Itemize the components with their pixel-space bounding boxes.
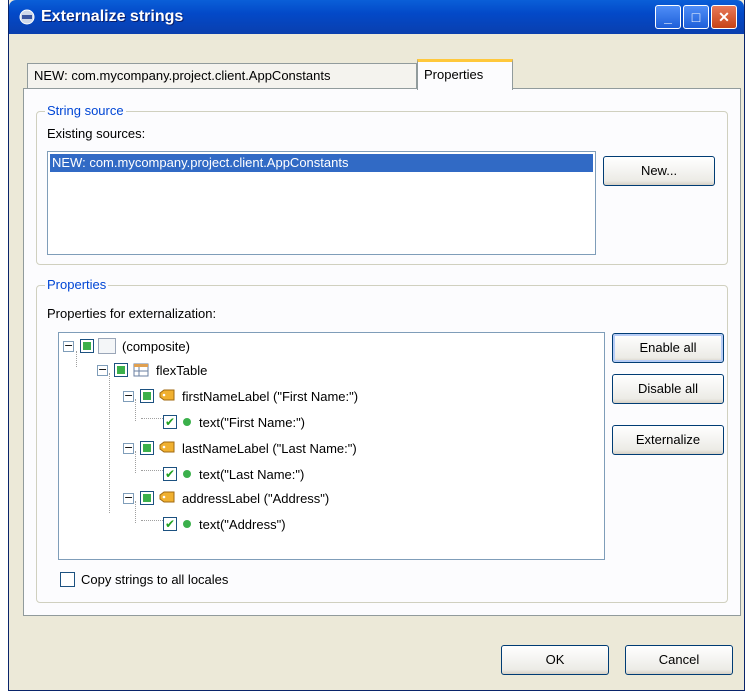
maximize-icon: □ — [691, 9, 701, 25]
table-icon — [133, 363, 149, 377]
tree-node-text-firstname[interactable]: ✔ text("First Name:") — [163, 411, 305, 433]
property-checkbox[interactable]: ✔ — [163, 467, 177, 481]
maximize-button[interactable]: □ — [683, 5, 709, 29]
tree-line — [141, 520, 163, 521]
tab-properties[interactable]: Properties — [417, 59, 513, 90]
externalize-button[interactable]: Externalize — [612, 425, 724, 455]
tree-line — [141, 418, 163, 419]
ok-button[interactable]: OK — [501, 645, 609, 675]
property-icon — [183, 520, 191, 528]
collapse-icon[interactable]: − — [123, 442, 134, 454]
new-source-button[interactable]: New... — [603, 156, 715, 186]
button-label: New... — [640, 163, 678, 178]
tree-node-text-lastname[interactable]: ✔ text("Last Name:") — [163, 463, 304, 485]
existing-sources-list[interactable]: NEW: com.mycompany.project.client.AppCon… — [47, 151, 596, 255]
tab-label: Properties — [424, 67, 484, 82]
tristate-checkbox[interactable] — [140, 441, 154, 455]
tree-node-flextable[interactable]: − flexTable — [97, 359, 207, 381]
button-label: Externalize — [635, 432, 701, 447]
property-checkbox[interactable]: ✔ — [163, 517, 177, 531]
string-source-legend: String source — [45, 103, 126, 118]
collapse-icon[interactable]: − — [63, 340, 74, 352]
title-bar[interactable]: Externalize strings _ □ ✕ — [9, 0, 744, 34]
tree-node-addresslabel[interactable]: − addressLabel ("Address") — [123, 487, 329, 509]
tristate-checkbox[interactable] — [140, 491, 154, 505]
composite-icon — [98, 338, 116, 354]
minimize-button[interactable]: _ — [655, 5, 681, 29]
copy-strings-label: Copy strings to all locales — [81, 572, 229, 587]
cancel-button[interactable]: Cancel — [625, 645, 733, 675]
tree-node-text-address[interactable]: ✔ text("Address") — [163, 513, 286, 535]
tree-node-composite[interactable]: − (composite) — [63, 335, 190, 357]
enable-all-button[interactable]: Enable all — [612, 333, 724, 363]
tree-node-label: firstNameLabel ("First Name:") — [182, 388, 359, 404]
window-title: Externalize strings — [41, 8, 184, 25]
button-label: OK — [545, 652, 565, 667]
label-icon — [159, 441, 175, 453]
tree-node-label: lastNameLabel ("Last Name:") — [182, 440, 357, 456]
tristate-checkbox[interactable] — [114, 363, 128, 377]
list-item[interactable]: NEW: com.mycompany.project.client.AppCon… — [50, 154, 593, 172]
properties-tree[interactable]: − (composite) − flexTable − firstNameLab… — [58, 332, 605, 560]
externalize-strings-dialog: Externalize strings _ □ ✕ NEW: com.mycom… — [8, 0, 745, 691]
copy-strings-checkbox[interactable] — [60, 572, 75, 587]
properties-legend: Properties — [45, 277, 109, 292]
tree-node-label: flexTable — [156, 362, 208, 378]
disable-all-button[interactable]: Disable all — [612, 374, 724, 404]
minimize-icon: _ — [664, 9, 672, 25]
string-source-group: String source Existing sources: NEW: com… — [36, 103, 728, 265]
tree-node-label: (composite) — [122, 338, 190, 354]
property-icon — [183, 418, 191, 426]
close-button[interactable]: ✕ — [711, 5, 737, 29]
property-icon — [183, 470, 191, 478]
label-icon — [159, 491, 175, 503]
tab-label: NEW: com.mycompany.project.client.AppCon… — [34, 68, 331, 83]
property-checkbox[interactable]: ✔ — [163, 415, 177, 429]
tristate-checkbox[interactable] — [80, 339, 94, 353]
tab-panel: String source Existing sources: NEW: com… — [23, 88, 741, 616]
properties-for-label: Properties for externalization: — [47, 306, 217, 321]
collapse-icon[interactable]: − — [123, 492, 134, 504]
collapse-icon[interactable]: − — [97, 364, 108, 376]
tree-node-label: text("Last Name:") — [199, 466, 305, 482]
button-label: Enable all — [639, 340, 697, 355]
button-label: Disable all — [638, 381, 698, 396]
tristate-checkbox[interactable] — [140, 389, 154, 403]
tab-appconstants[interactable]: NEW: com.mycompany.project.client.AppCon… — [27, 63, 417, 89]
tree-line — [109, 373, 110, 513]
existing-sources-label: Existing sources: — [47, 126, 146, 141]
tree-line — [141, 470, 163, 471]
tree-node-firstnamelabel[interactable]: − firstNameLabel ("First Name:") — [123, 385, 358, 407]
button-label: Cancel — [658, 652, 700, 667]
tree-node-label: text("First Name:") — [199, 414, 306, 430]
tree-node-lastnamelabel[interactable]: − lastNameLabel ("Last Name:") — [123, 437, 357, 459]
tree-node-label: addressLabel ("Address") — [182, 490, 330, 506]
close-icon: ✕ — [718, 9, 730, 25]
tree-node-label: text("Address") — [199, 516, 286, 532]
collapse-icon[interactable]: − — [123, 390, 134, 402]
label-icon — [159, 389, 175, 401]
app-icon — [19, 9, 35, 25]
